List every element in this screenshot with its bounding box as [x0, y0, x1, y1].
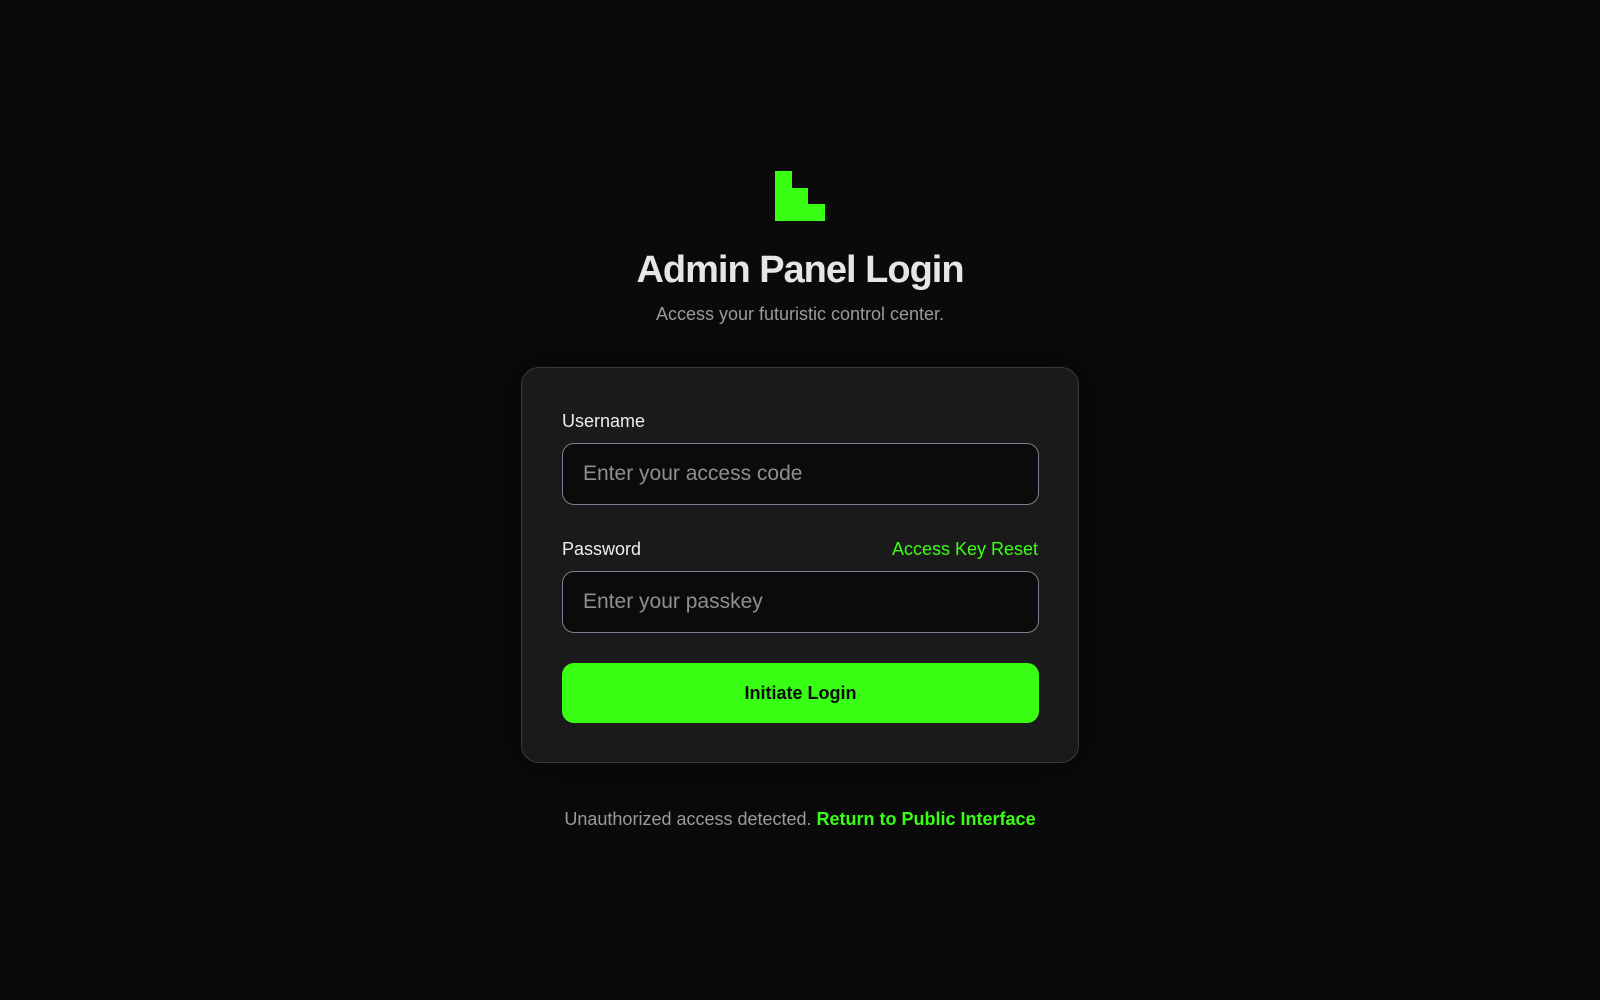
page-title: Admin Panel Login	[636, 249, 964, 291]
username-input[interactable]	[562, 443, 1039, 505]
login-page: Admin Panel Login Access your futuristic…	[0, 0, 1600, 1000]
initiate-login-button[interactable]: Initiate Login	[562, 663, 1039, 723]
footer-text: Unauthorized access detected.	[564, 809, 817, 829]
footer: Unauthorized access detected. Return to …	[0, 808, 1600, 830]
password-input[interactable]	[562, 571, 1039, 633]
login-card: Username Password Access Key Reset Initi…	[521, 367, 1079, 763]
access-key-reset-link[interactable]: Access Key Reset	[892, 538, 1038, 560]
return-to-public-link[interactable]: Return to Public Interface	[817, 809, 1036, 829]
page-subtitle: Access your futuristic control center.	[655, 304, 945, 324]
password-label: Password	[562, 539, 642, 559]
username-label: Username	[562, 411, 646, 431]
stair-step-logo-icon	[775, 171, 825, 221]
